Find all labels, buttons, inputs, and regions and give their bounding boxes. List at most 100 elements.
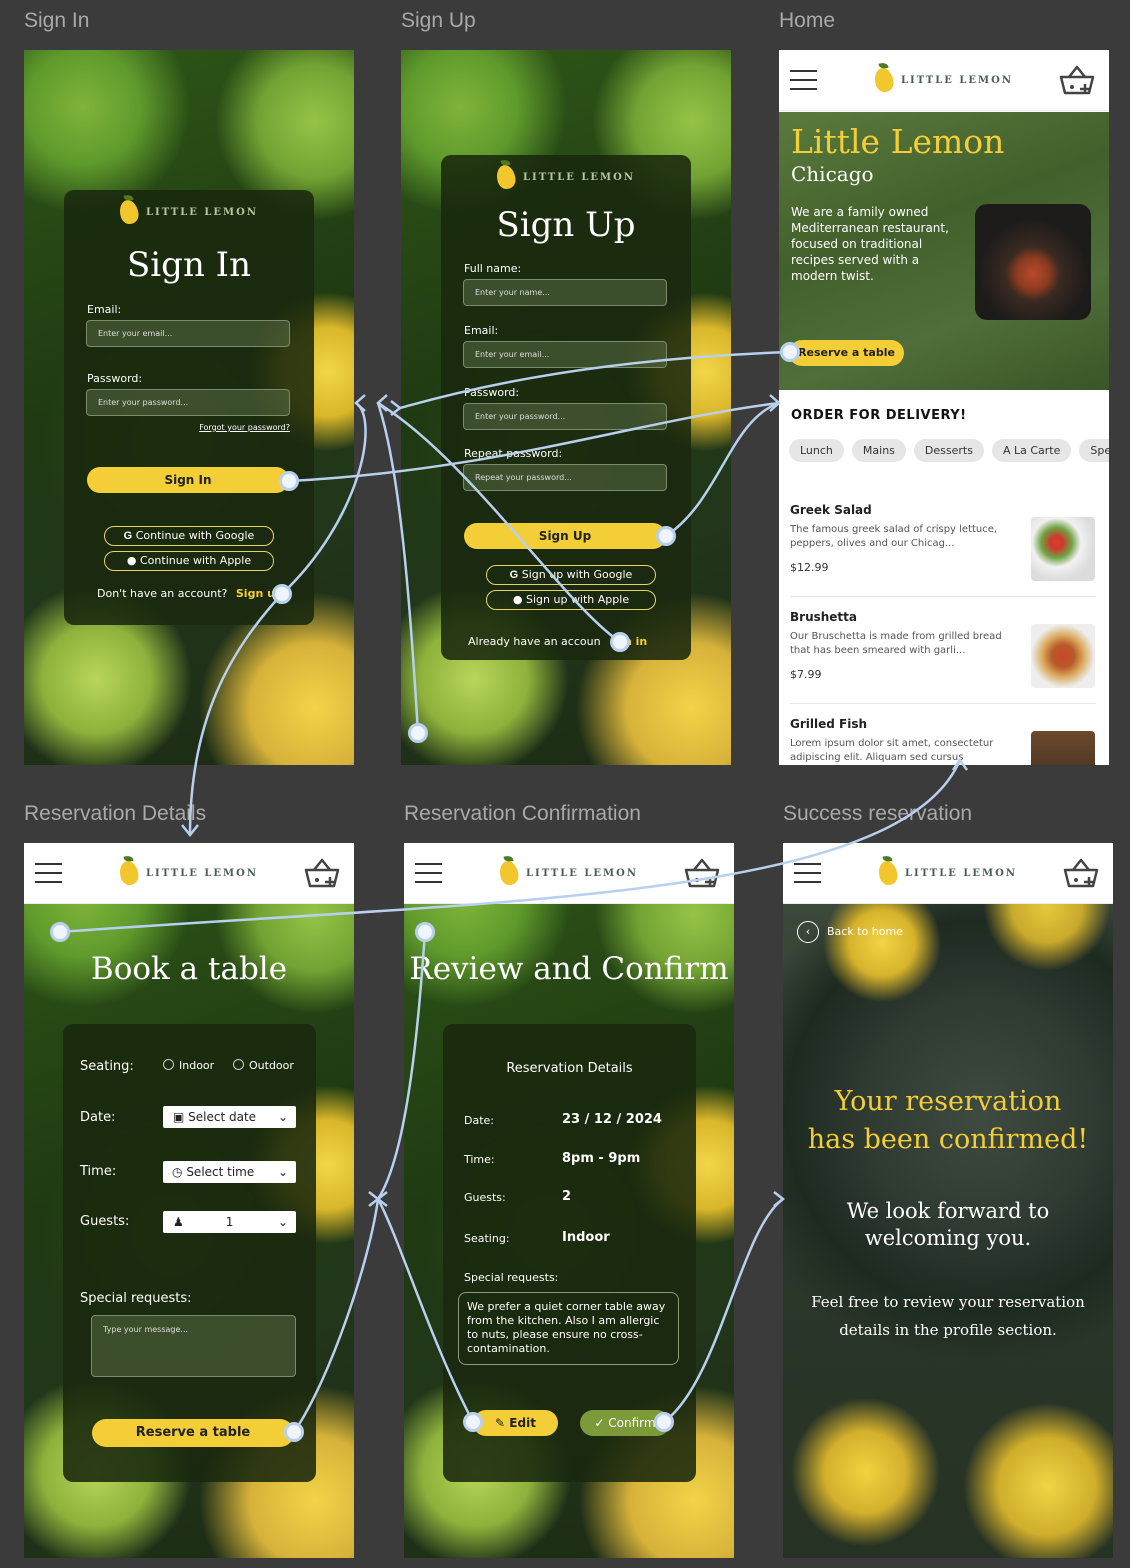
google-signup-button[interactable]: G Sign up with Google	[486, 565, 656, 585]
date-label: Date:	[464, 1114, 494, 1127]
signup-link[interactable]: Sign u	[236, 587, 275, 600]
password-label: Password:	[464, 386, 520, 399]
dish-image	[1031, 731, 1095, 765]
connector-node	[272, 584, 292, 604]
no-account-text: Don't have an account? Sign u	[97, 587, 275, 600]
connector-node	[415, 922, 435, 942]
indoor-radio[interactable]: Indoor	[163, 1059, 214, 1072]
connector-node	[279, 471, 299, 491]
cart-icon[interactable]	[1059, 65, 1095, 97]
success-message: We look forward to welcoming you.	[783, 1198, 1113, 1252]
reserve-table-button[interactable]: Reserve a table	[92, 1419, 294, 1447]
hero-section: Little Lemon Chicago We are a family own…	[779, 112, 1109, 390]
chip-specials[interactable]: Spe	[1079, 439, 1109, 462]
headline-line-2: has been confirmed!	[807, 1124, 1089, 1155]
frame-title-signin: Sign In	[24, 9, 90, 32]
note-line-2: details in the profile section.	[839, 1321, 1057, 1339]
guests-value: 1	[225, 1215, 234, 1229]
email-label: Email:	[464, 324, 499, 337]
time-select[interactable]: ◷ Select time ⌄	[163, 1161, 296, 1183]
signup-screen: LITTLE LEMON Sign Up Full name: Enter yo…	[401, 50, 731, 765]
chip-lunch[interactable]: Lunch	[789, 439, 844, 462]
google-label: Sign up with Google	[521, 568, 633, 581]
reservation-details-screen: LITTLE LEMON Book a table Seating: Indoo…	[24, 843, 354, 1558]
time-value: 8pm - 9pm	[562, 1151, 641, 1166]
message-line-2: welcoming you.	[864, 1226, 1032, 1250]
cart-icon[interactable]	[1063, 858, 1099, 890]
chip-a-la-carte[interactable]: A La Carte	[991, 439, 1072, 462]
calendar-icon: ▣	[173, 1110, 185, 1124]
connector-node	[408, 723, 428, 743]
chip-desserts[interactable]: Desserts	[913, 439, 984, 462]
apple-signin-button[interactable]: ● Continue with Apple	[104, 551, 274, 571]
dish-title: Greek Salad	[790, 503, 872, 517]
outdoor-radio[interactable]: Outdoor	[233, 1059, 294, 1072]
seating-label: Seating:	[464, 1232, 510, 1245]
signin-screen: LITTLE LEMON Sign In Email: Enter your e…	[24, 50, 354, 765]
page-title: Book a table	[90, 951, 288, 987]
signin-button[interactable]: Sign In	[87, 467, 289, 493]
repeat-password-label: Repeat password:	[464, 447, 563, 460]
order-heading: ORDER FOR DELIVERY!	[791, 408, 967, 423]
connector-node	[656, 526, 676, 546]
have-account-label: Already have an accoun	[468, 635, 601, 648]
repeat-password-input[interactable]: Repeat your password...	[463, 464, 667, 491]
signup-panel: LITTLE LEMON Sign Up Full name: Enter yo…	[441, 155, 691, 660]
guests-label: Guests:	[464, 1191, 506, 1204]
date-value: Select date	[188, 1110, 257, 1124]
name-label: Full name:	[464, 262, 522, 275]
apple-signup-button[interactable]: ● Sign up with Apple	[486, 590, 656, 610]
chevron-down-icon: ⌄	[277, 1165, 288, 1179]
list-item[interactable]: Grilled Fish Lorem ipsum dolor sit amet,…	[790, 717, 1096, 765]
lemon-icon	[497, 859, 521, 887]
password-input[interactable]: Enter your password...	[86, 389, 290, 416]
google-signin-button[interactable]: G Continue with Google	[104, 526, 274, 546]
radio-icon	[163, 1059, 174, 1070]
hero-title: Little Lemon	[791, 122, 1005, 161]
chevron-down-icon: ⌄	[277, 1215, 288, 1229]
list-item[interactable]: Brushetta Our Bruschetta is made from gr…	[790, 610, 1096, 704]
headline-line-1: Your reservation	[834, 1086, 1062, 1117]
logo-text: LITTLE LEMON	[146, 206, 258, 218]
radio-icon	[233, 1059, 244, 1070]
name-input[interactable]: Enter your name...	[463, 279, 667, 306]
edit-button[interactable]: ✎ Edit	[473, 1410, 558, 1436]
apple-label: Sign up with Apple	[526, 593, 630, 606]
dish-description: The famous greek salad of crispy lettuce…	[790, 524, 998, 549]
connector-node	[463, 1412, 483, 1432]
connector-node	[610, 632, 630, 652]
forgot-password-link[interactable]: Forgot your password?	[199, 423, 290, 432]
date-select[interactable]: ▣ Select date ⌄	[163, 1106, 296, 1128]
special-requests-input[interactable]: Type your message...	[91, 1315, 296, 1377]
lemon-icon	[117, 859, 141, 887]
email-input[interactable]: Enter your email...	[463, 341, 667, 368]
hero-image	[975, 204, 1091, 320]
reserve-table-button[interactable]: Reserve a table	[789, 340, 904, 366]
header: LITTLE LEMON	[24, 843, 354, 904]
signup-button[interactable]: Sign Up	[464, 523, 666, 549]
guests-value: 2	[562, 1189, 572, 1204]
connector-node	[780, 342, 800, 362]
logo: LITTLE LEMON	[64, 198, 314, 226]
lemon-icon	[494, 163, 518, 191]
password-input[interactable]: Enter your password...	[463, 403, 667, 430]
note-line-1: Feel free to review your reservation	[811, 1293, 1085, 1311]
logo: LITTLE LEMON	[441, 163, 691, 191]
back-to-home-link[interactable]: ‹ Back to home	[797, 921, 903, 943]
seating-value: Indoor	[562, 1230, 610, 1245]
dish-image	[1031, 517, 1095, 581]
email-input[interactable]: Enter your email...	[86, 320, 290, 347]
dish-description: Lorem ipsum dolor sit amet, consectetur …	[790, 738, 994, 763]
date-value: 23 / 12 / 2024	[562, 1112, 662, 1127]
chip-mains[interactable]: Mains	[851, 439, 906, 462]
time-value: Select time	[186, 1165, 255, 1179]
logo-text: LITTLE LEMON	[526, 867, 638, 879]
special-requests-value: We prefer a quiet corner table away from…	[458, 1292, 679, 1365]
guests-select[interactable]: ♟ 1 ⌄	[163, 1211, 296, 1233]
lemon-icon	[876, 859, 900, 887]
page-title: Review and Confirm	[409, 951, 729, 987]
cart-icon[interactable]	[684, 858, 720, 890]
cart-icon[interactable]	[304, 858, 340, 890]
connector-node	[284, 1422, 304, 1442]
list-item[interactable]: Greek Salad The famous greek salad of cr…	[790, 503, 1096, 597]
